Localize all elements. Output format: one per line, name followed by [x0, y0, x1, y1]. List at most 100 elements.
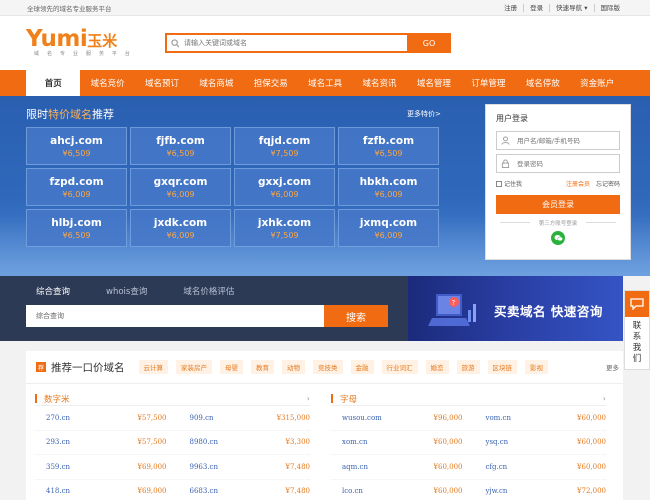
domain-link[interactable]: 8980.cn: [167, 438, 269, 446]
register-link[interactable]: 注册: [498, 4, 523, 12]
tab-price-evaluation[interactable]: 域名价格评估: [183, 285, 234, 297]
deal-card[interactable]: ahcj.com ¥6,509: [26, 127, 127, 165]
domain-link[interactable]: wusou.com: [331, 414, 421, 422]
letter-domains-column: 字母 › wusou.com ¥96,000 vom.cn ¥60,000 xom.c…: [331, 392, 606, 500]
tag-home-property[interactable]: 家装房产: [176, 360, 212, 374]
column-header: 数字米 ›: [35, 392, 310, 406]
domain-link[interactable]: xom.cn: [331, 438, 421, 446]
quick-nav-dropdown[interactable]: 快速导航 ▾: [549, 3, 593, 12]
deals-title: 限时特价域名推荐: [26, 108, 114, 121]
deal-card[interactable]: jxdk.com ¥6,009: [130, 209, 231, 247]
deal-card[interactable]: fjfb.com ¥6,509: [130, 127, 231, 165]
nav-preorder[interactable]: 域名预订: [135, 70, 189, 96]
domain-price: ¥60,000: [433, 462, 463, 471]
query-search: 综合查询 搜索: [26, 305, 388, 327]
query-input[interactable]: 综合查询: [26, 305, 324, 327]
ad-banner-text: 买卖域名 快速咨询: [494, 304, 603, 319]
tag-blockchain[interactable]: 区块链: [487, 360, 517, 374]
forgot-password-link[interactable]: 忘记密码: [596, 179, 620, 188]
deal-card[interactable]: jxhk.com ¥7,509: [234, 209, 335, 247]
tab-general-query[interactable]: 综合查询: [36, 285, 70, 297]
domain-link[interactable]: 909.cn: [167, 414, 269, 422]
tab-whois-query[interactable]: whois查询: [106, 285, 147, 297]
nav-news[interactable]: 域名资讯: [352, 70, 406, 96]
tag-travel[interactable]: 旅游: [456, 360, 480, 374]
query-search-button[interactable]: 搜索: [324, 305, 388, 327]
domain-link[interactable]: yjw.cn: [463, 487, 565, 495]
table-row: lco.cn ¥60,000 yjw.cn ¥72,000: [331, 480, 606, 500]
domain-link[interactable]: 293.cn: [35, 438, 125, 446]
tag-education[interactable]: 教育: [251, 360, 274, 374]
tag-cloud-computing[interactable]: 云计算: [138, 360, 168, 374]
tag-finance[interactable]: 金融: [350, 360, 374, 374]
site-slogan: 全球领先的域名专业服务平台: [27, 4, 112, 13]
nav-funds[interactable]: 资金账户: [570, 70, 624, 96]
password-field: [496, 154, 620, 173]
nav-parking[interactable]: 域名停放: [516, 70, 570, 96]
tag-industry-words[interactable]: 行业词汇: [381, 360, 418, 374]
nav-mall[interactable]: 域名商城: [189, 70, 243, 96]
logo-brand-cn: 玉米: [87, 32, 118, 50]
international-link[interactable]: 国际版: [593, 3, 627, 12]
member-login-button[interactable]: 会员登录: [496, 195, 620, 214]
deal-card[interactable]: jxmq.com ¥6,009: [338, 209, 439, 247]
numeric-domains-column: 数字米 › 270.cn ¥57,500 909.cn ¥315,000 293.cn…: [35, 392, 310, 500]
ad-banner[interactable]: ? 买卖域名 快速咨询: [408, 276, 623, 341]
domain-link[interactable]: aqm.cn: [331, 463, 421, 471]
deal-card[interactable]: gxxj.com ¥6,009: [234, 168, 335, 206]
domain-price: ¥72,000: [577, 487, 606, 496]
nav-tools[interactable]: 域名工具: [298, 70, 352, 96]
table-row: wusou.com ¥96,000 vom.cn ¥60,000: [331, 406, 606, 431]
recommend-header: 荐 推荐一口价域名 云计算 家装房产 母婴 教育 动物 竞技类 金融 行业词汇 …: [26, 351, 623, 384]
domain-link[interactable]: vom.cn: [463, 414, 565, 422]
contact-float[interactable]: 联系我们: [624, 290, 650, 370]
recommend-more-link[interactable]: 更多: [606, 362, 619, 372]
deal-card[interactable]: fqjd.com ¥7,509: [234, 127, 335, 165]
tag-dating[interactable]: 婚恋: [425, 360, 449, 374]
chevron-right-icon[interactable]: ›: [307, 394, 310, 403]
deal-card[interactable]: hbkh.com ¥6,009: [338, 168, 439, 206]
wechat-login-icon[interactable]: [551, 231, 565, 245]
deal-card[interactable]: gxqr.com ¥6,009: [130, 168, 231, 206]
tag-esports[interactable]: 竞技类: [313, 360, 343, 374]
domain-link[interactable]: cfg.cn: [463, 463, 565, 471]
register-member-link[interactable]: 注册会员: [566, 179, 590, 188]
login-link[interactable]: 登录: [523, 3, 549, 12]
logo-brand: Yumi: [26, 26, 88, 52]
domain-link[interactable]: 418.cn: [35, 487, 125, 495]
deals-more-link[interactable]: 更多特价>: [407, 109, 441, 119]
username-input[interactable]: [517, 136, 612, 145]
domain-price: ¥3,300: [285, 438, 311, 447]
nav-orders[interactable]: 订单管理: [461, 70, 515, 96]
search-input[interactable]: [184, 39, 384, 47]
deal-card[interactable]: hlbj.com ¥6,509: [26, 209, 127, 247]
login-panel: 用户登录 记住我 注册会员 忘记密码 会员登录 第三方账号登录: [485, 104, 631, 260]
tag-animals[interactable]: 动物: [282, 360, 305, 374]
remember-checkbox[interactable]: 记住我: [496, 179, 522, 188]
password-input[interactable]: [517, 159, 612, 168]
domain-link[interactable]: 270.cn: [35, 414, 125, 422]
third-party-login-label: 第三方账号登录: [496, 219, 620, 227]
search-go-button[interactable]: GO: [407, 33, 451, 53]
login-options: 记住我 注册会员 忘记密码: [496, 179, 620, 188]
chevron-right-icon[interactable]: ›: [603, 394, 606, 403]
nav-escrow[interactable]: 担保交易: [244, 70, 298, 96]
nav-auction[interactable]: 域名竞价: [80, 70, 134, 96]
lock-icon: [501, 159, 510, 168]
domain-link[interactable]: lco.cn: [331, 487, 421, 495]
nav-home[interactable]: 首页: [26, 70, 81, 96]
domain-search: GO: [165, 33, 451, 53]
logo[interactable]: Yumi玉米 域 名 专 业 服 务 平 台: [26, 26, 133, 57]
nav-manage[interactable]: 域名管理: [407, 70, 461, 96]
tag-maternity[interactable]: 母婴: [220, 360, 243, 374]
domain-link[interactable]: ysq.cn: [463, 438, 565, 446]
logo-tagline: 域 名 专 业 服 务 平 台: [34, 51, 134, 57]
tag-film[interactable]: 影视: [525, 360, 548, 374]
deal-card[interactable]: fzfb.com ¥6,509: [338, 127, 439, 165]
domain-link[interactable]: 9963.cn: [167, 463, 269, 471]
domain-price: ¥60,000: [577, 462, 606, 471]
deal-card[interactable]: fzpd.com ¥6,009: [26, 168, 127, 206]
search-icon: [171, 38, 180, 47]
domain-link[interactable]: 6683.cn: [167, 487, 269, 495]
domain-link[interactable]: 359.cn: [35, 463, 125, 471]
